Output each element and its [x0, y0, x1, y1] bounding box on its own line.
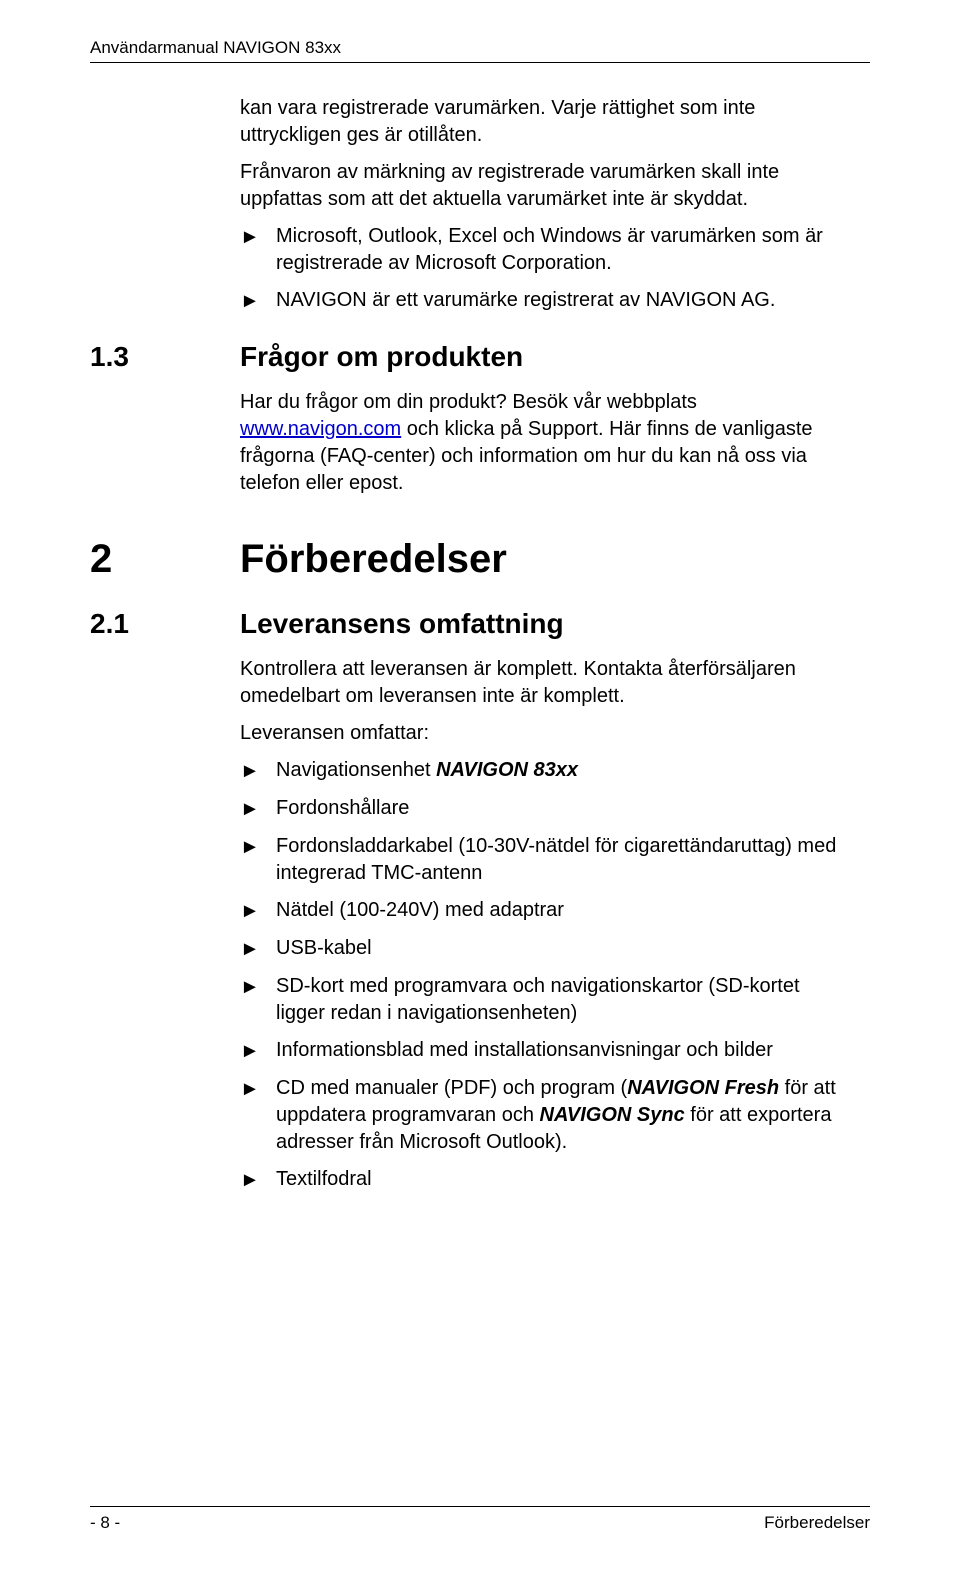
triangle-marker-icon: ► [240, 833, 276, 887]
text-before-link: Har du frågor om din produkt? Besök vår … [240, 391, 697, 413]
triangle-marker-icon: ► [240, 973, 276, 1027]
section-title: Frågor om produkten [240, 341, 523, 373]
page-header: Användarmanual NAVIGON 83xx [90, 38, 870, 63]
triangle-marker-icon: ► [240, 1075, 276, 1156]
bullet-text: Microsoft, Outlook, Excel och Windows är… [276, 223, 850, 277]
product-name: NAVIGON 83xx [436, 759, 578, 781]
triangle-marker-icon: ► [240, 223, 276, 277]
list-item: ► USB-kabel [240, 935, 850, 963]
page: Användarmanual NAVIGON 83xx kan vara reg… [0, 0, 960, 1571]
bullet-text: Navigationsenhet NAVIGON 83xx [276, 757, 850, 785]
list-item: ► Fordonshållare [240, 795, 850, 823]
text-part: Navigationsenhet [276, 759, 436, 781]
bullet-text: USB-kabel [276, 935, 850, 963]
section-2-1-paragraph-1: Kontrollera att leveransen är komplett. … [240, 656, 850, 710]
triangle-marker-icon: ► [240, 897, 276, 925]
triangle-marker-icon: ► [240, 935, 276, 963]
list-item: ► Fordonsladdarkabel (10-30V-nätdel för … [240, 833, 850, 887]
section-2-1-paragraph-2: Leveransen omfattar: [240, 720, 850, 747]
section-number: 1.3 [90, 341, 240, 373]
list-item: ► Navigationsenhet NAVIGON 83xx [240, 757, 850, 785]
bullet-text: SD-kort med programvara och navigationsk… [276, 973, 850, 1027]
chapter-number: 2 [90, 537, 240, 582]
list-item: ► Microsoft, Outlook, Excel och Windows … [240, 223, 850, 277]
bullet-text: Fordonshållare [276, 795, 850, 823]
triangle-marker-icon: ► [240, 1166, 276, 1194]
page-number: - 8 - [90, 1513, 120, 1533]
section-title: Leveransens omfattning [240, 608, 564, 640]
section-heading-1-3: 1.3 Frågor om produkten [90, 341, 870, 373]
header-title: Användarmanual NAVIGON 83xx [90, 38, 341, 57]
page-footer: - 8 - Förberedelser [90, 1506, 870, 1533]
triangle-marker-icon: ► [240, 287, 276, 315]
bullet-text: Informationsblad med installationsanvisn… [276, 1037, 850, 1065]
intro-bullets: ► Microsoft, Outlook, Excel och Windows … [240, 223, 850, 315]
footer-section-name: Förberedelser [764, 1513, 870, 1533]
section-heading-2-1: 2.1 Leveransens omfattning [90, 608, 870, 640]
list-item: ► Informationsblad med installationsanvi… [240, 1037, 850, 1065]
list-item: ► NAVIGON är ett varumärke registrerat a… [240, 287, 850, 315]
chapter-heading-2: 2 Förberedelser [90, 537, 870, 582]
product-name: NAVIGON Fresh [627, 1077, 779, 1099]
list-item: ► SD-kort med programvara och navigation… [240, 973, 850, 1027]
list-item: ► Nätdel (100-240V) med adaptrar [240, 897, 850, 925]
navigon-link[interactable]: www.navigon.com [240, 418, 401, 440]
text-part: CD med manualer (PDF) och program ( [276, 1077, 627, 1099]
intro-paragraph-2: Frånvaron av märkning av registrerade va… [240, 159, 850, 213]
product-name: NAVIGON Sync [540, 1104, 685, 1126]
list-item: ► Textilfodral [240, 1166, 850, 1194]
triangle-marker-icon: ► [240, 757, 276, 785]
section-number: 2.1 [90, 608, 240, 640]
bullet-text: Nätdel (100-240V) med adaptrar [276, 897, 850, 925]
intro-paragraph-1: kan vara registrerade varumärken. Varje … [240, 95, 850, 149]
bullet-text: Fordonsladdarkabel (10-30V-nätdel för ci… [276, 833, 850, 887]
triangle-marker-icon: ► [240, 795, 276, 823]
delivery-bullets: ► Navigationsenhet NAVIGON 83xx ► Fordon… [240, 757, 850, 1194]
content: kan vara registrerade varumärken. Varje … [90, 95, 870, 1476]
bullet-text: Textilfodral [276, 1166, 850, 1194]
bullet-text: NAVIGON är ett varumärke registrerat av … [276, 287, 850, 315]
chapter-title: Förberedelser [240, 537, 507, 582]
list-item: ► CD med manualer (PDF) och program (NAV… [240, 1075, 850, 1156]
bullet-text: CD med manualer (PDF) och program (NAVIG… [276, 1075, 850, 1156]
section-1-3-paragraph: Har du frågor om din produkt? Besök vår … [240, 389, 850, 497]
triangle-marker-icon: ► [240, 1037, 276, 1065]
